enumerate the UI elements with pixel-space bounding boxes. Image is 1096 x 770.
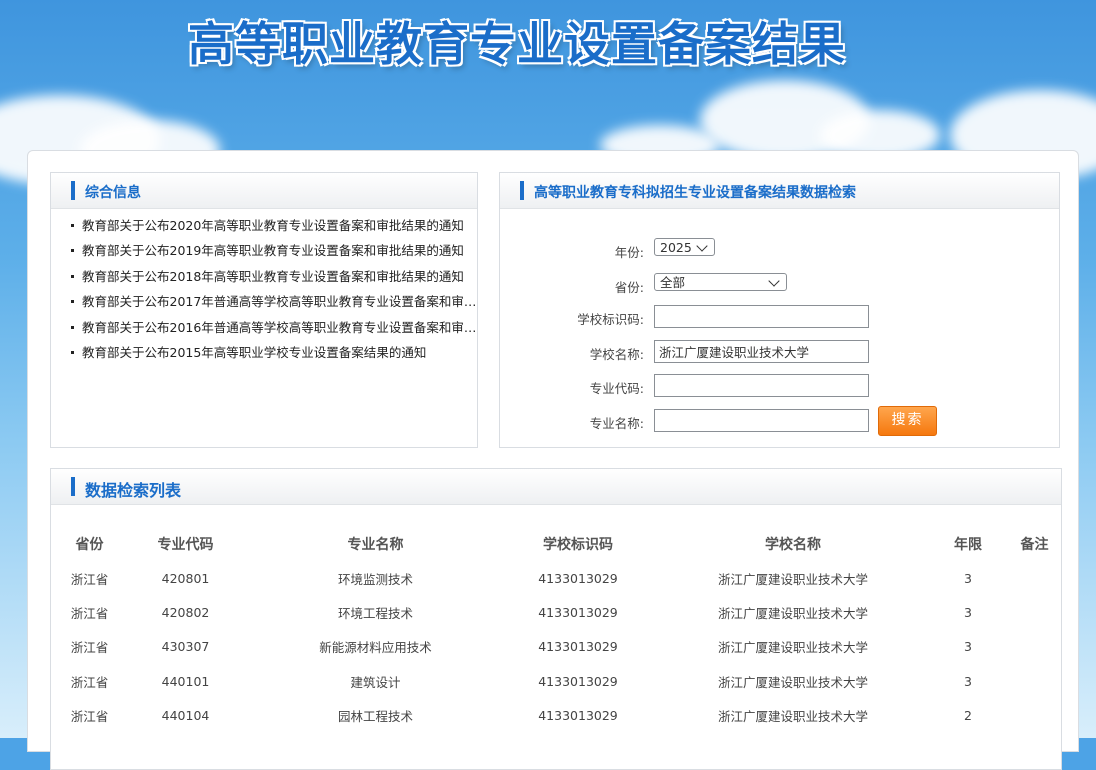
cell-school-code: 4133013029	[538, 708, 618, 724]
year-row: 年份: 2025	[500, 238, 1060, 262]
school-name-input[interactable]	[654, 340, 869, 363]
cell-school-code: 4133013029	[538, 673, 618, 689]
bullet-icon	[71, 300, 74, 304]
info-panel: 综合信息 教育部关于公布2020年高等职业教育专业设置备案和审批结果的通知 教育…	[50, 172, 479, 448]
cell-major-name: 园林工程技术	[337, 709, 413, 725]
table-row: 浙江省 420802 环境工程技术 4133013029 浙江广厦建设职业技术大…	[61, 595, 1061, 629]
column-header: 年限	[954, 537, 982, 553]
cell-years: 3	[964, 570, 972, 586]
cell-major-code: 420801	[161, 570, 210, 586]
bullet-icon	[71, 325, 74, 329]
major-name-input[interactable]	[654, 409, 869, 432]
chevron-down-icon	[696, 240, 708, 252]
province-label: 省份:	[614, 280, 644, 295]
cell-remarks	[1008, 664, 1061, 698]
cell-years: 3	[964, 673, 972, 689]
cell-years: 3	[964, 639, 972, 655]
column-header: 备注	[1020, 537, 1049, 553]
school-name-row: 学校名称:	[500, 340, 1060, 364]
cell-major-name: 环境监测技术	[337, 571, 413, 587]
cell-province: 浙江省	[70, 606, 109, 622]
cell-province: 浙江省	[70, 571, 109, 587]
column-header: 专业代码	[157, 537, 214, 553]
search-panel-header: 高等职业教育专科拟招生专业设置备案结果数据检索	[500, 173, 1059, 209]
cell-school-name: 浙江广厦建设职业技术大学	[717, 606, 868, 622]
chevron-down-icon	[768, 275, 780, 287]
province-select[interactable]: 全部	[654, 273, 787, 291]
info-panel-title: 综合信息	[85, 185, 141, 201]
school-name-label: 学校名称:	[589, 347, 644, 362]
news-link[interactable]: 教育部关于公布2016年普通高等学校高等职业教育专业设置备案和审批结果的通知	[71, 319, 479, 344]
bullet-icon	[71, 350, 74, 354]
cell-province: 浙江省	[70, 640, 109, 656]
cell-school-code: 4133013029	[538, 605, 618, 621]
news-link[interactable]: 教育部关于公布2018年高等职业教育专业设置备案和审批结果的通知	[71, 268, 479, 293]
results-panel-title: 数据检索列表	[85, 481, 182, 500]
results-panel-header: 数据检索列表	[51, 469, 1061, 505]
cell-school-code: 4133013029	[538, 570, 618, 586]
search-panel: 高等职业教育专科拟招生专业设置备案结果数据检索 年份: 2025 省份: 全部 …	[499, 172, 1060, 448]
cell-major-name: 建筑设计	[350, 674, 401, 690]
column-header: 省份	[75, 537, 104, 553]
province-select-value: 全部	[660, 275, 686, 290]
province-row: 省份: 全部	[500, 273, 1060, 297]
major-code-label: 专业代码:	[589, 381, 644, 396]
cell-remarks	[1008, 630, 1061, 664]
title-accent-bar	[520, 181, 524, 200]
column-header: 学校名称	[765, 537, 821, 553]
title-accent-bar	[71, 181, 75, 200]
cell-major-code: 440101	[161, 673, 210, 689]
search-panel-title: 高等职业教育专科拟招生专业设置备案结果数据检索	[534, 185, 856, 201]
banner-title: 高等职业教育专业设置备案结果	[188, 17, 846, 71]
cell-school-name: 浙江广厦建设职业技术大学	[717, 674, 868, 690]
cell-years: 3	[964, 605, 972, 621]
table-row: 浙江省 420801 环境监测技术 4133013029 浙江广厦建设职业技术大…	[61, 561, 1061, 595]
major-name-row: 专业名称: 搜索	[500, 406, 1060, 436]
table-row: 浙江省 440101 建筑设计 4133013029 浙江广厦建设职业技术大学 …	[61, 664, 1061, 698]
year-select[interactable]: 2025	[654, 238, 715, 256]
cell-remarks	[1008, 561, 1061, 595]
cell-major-code: 420802	[161, 605, 210, 621]
school-code-label: 学校标识码:	[577, 312, 644, 327]
column-header: 学校标识码	[543, 537, 613, 553]
news-link[interactable]: 教育部关于公布2017年普通高等学校高等职业教育专业设置备案和审批结果的通知	[71, 293, 479, 318]
news-list: 教育部关于公布2020年高等职业教育专业设置备案和审批结果的通知 教育部关于公布…	[71, 217, 479, 369]
cell-major-name: 环境工程技术	[337, 606, 413, 622]
major-code-row: 专业代码:	[500, 374, 1060, 398]
info-panel-header: 综合信息	[51, 173, 477, 209]
cell-school-name: 浙江广厦建设职业技术大学	[717, 709, 868, 725]
year-select-value: 2025	[660, 240, 692, 255]
table-row: 浙江省 440104 园林工程技术 4133013029 浙江广厦建设职业技术大…	[61, 699, 1061, 733]
main-container: 综合信息 教育部关于公布2020年高等职业教育专业设置备案和审批结果的通知 教育…	[27, 150, 1079, 770]
cell-major-code: 430307	[161, 639, 210, 655]
cell-major-code: 440104	[161, 708, 210, 724]
school-code-input[interactable]	[654, 305, 869, 328]
school-code-row: 学校标识码:	[500, 305, 1060, 329]
cell-school-name: 浙江广厦建设职业技术大学	[717, 571, 868, 587]
cell-major-name: 新能源材料应用技术	[319, 640, 432, 656]
news-link[interactable]: 教育部关于公布2020年高等职业教育专业设置备案和审批结果的通知	[71, 217, 479, 242]
cell-province: 浙江省	[70, 709, 109, 725]
column-header: 专业名称	[347, 537, 404, 553]
cell-school-code: 4133013029	[538, 639, 618, 655]
major-code-input[interactable]	[654, 374, 869, 397]
title-accent-bar	[71, 477, 75, 496]
cell-remarks	[1008, 595, 1061, 629]
cell-years: 2	[964, 708, 972, 724]
table-header-row: 省份 专业代码 专业名称 学校标识码 学校名称 年限 备注	[61, 527, 1061, 561]
bullet-icon	[71, 224, 74, 227]
results-panel: 数据检索列表 省份 专业代码 专业名称 学校标识码 学校名称 年限 备注 浙江省…	[50, 468, 1062, 770]
year-label: 年份:	[614, 245, 644, 260]
major-name-label: 专业名称:	[589, 416, 644, 431]
news-link[interactable]: 教育部关于公布2015年高等职业学校专业设置备案结果的通知	[71, 344, 479, 369]
results-table: 省份 专业代码 专业名称 学校标识码 学校名称 年限 备注 浙江省 420801…	[61, 527, 1061, 733]
table-row: 浙江省 430307 新能源材料应用技术 4133013029 浙江广厦建设职业…	[61, 630, 1061, 664]
news-link[interactable]: 教育部关于公布2019年高等职业教育专业设置备案和审批结果的通知	[71, 242, 479, 267]
search-button[interactable]: 搜索	[878, 406, 937, 436]
cell-province: 浙江省	[70, 674, 109, 690]
cell-school-name: 浙江广厦建设职业技术大学	[717, 640, 868, 656]
bullet-icon	[71, 249, 74, 253]
cell-remarks	[1008, 699, 1061, 733]
bullet-icon	[71, 274, 74, 278]
